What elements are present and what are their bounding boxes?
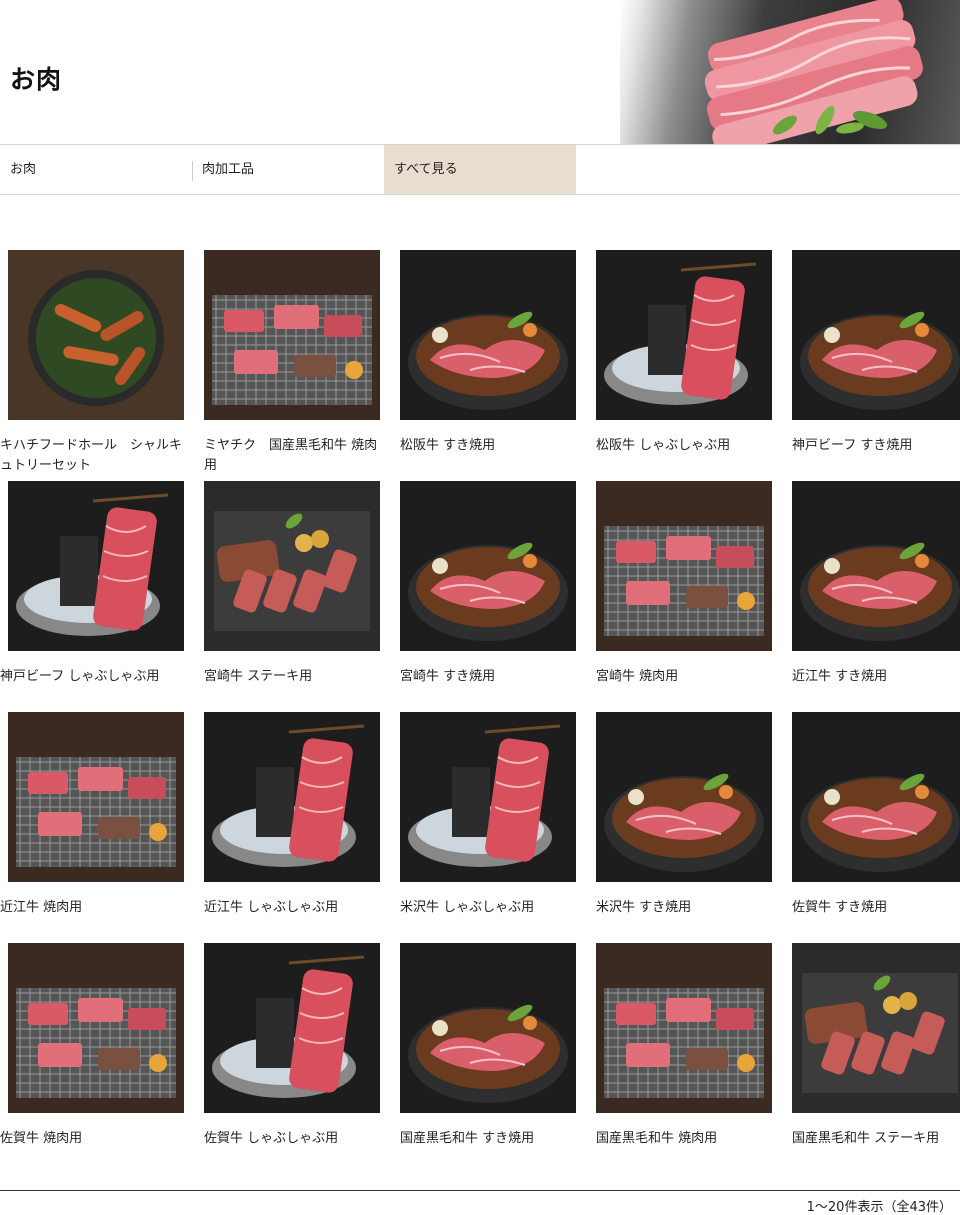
product-image[interactable]: [792, 250, 960, 420]
product-image[interactable]: [792, 481, 960, 651]
product-name[interactable]: 宮崎牛 すき焼用: [400, 667, 584, 687]
product-image[interactable]: [8, 943, 184, 1113]
product-image[interactable]: [400, 250, 576, 420]
product-name[interactable]: 佐賀牛 焼肉用: [0, 1129, 184, 1149]
page-header: お肉: [0, 0, 960, 144]
product-name[interactable]: 国産黒毛和牛 すき焼用: [400, 1129, 584, 1149]
product-name[interactable]: 近江牛 すき焼用: [792, 667, 960, 687]
product-image[interactable]: [596, 712, 772, 882]
product-image[interactable]: [792, 943, 960, 1113]
product-name[interactable]: 佐賀牛 しゃぶしゃぶ用: [204, 1129, 388, 1149]
product-image[interactable]: [204, 250, 380, 420]
product-image[interactable]: [400, 712, 576, 882]
result-count: 1～20件表示（全43件）: [806, 1200, 952, 1215]
product-image[interactable]: [400, 481, 576, 651]
tab-meat[interactable]: お肉: [0, 145, 192, 194]
product-name[interactable]: キハチフードホール シャルキュトリーセット: [0, 436, 184, 476]
product-image[interactable]: [792, 712, 960, 882]
product-name[interactable]: ミヤチク 国産黒毛和牛 焼肉用: [204, 436, 388, 476]
product-name[interactable]: 米沢牛 すき焼用: [596, 898, 780, 918]
product-image[interactable]: [8, 481, 184, 651]
product-name[interactable]: 松阪牛 しゃぶしゃぶ用: [596, 436, 780, 456]
product-image[interactable]: [596, 250, 772, 420]
product-name[interactable]: 松阪牛 すき焼用: [400, 436, 584, 456]
product-image[interactable]: [8, 250, 184, 420]
product-image[interactable]: [204, 481, 380, 651]
product-image[interactable]: [596, 943, 772, 1113]
product-image[interactable]: [204, 943, 380, 1113]
product-name[interactable]: 佐賀牛 すき焼用: [792, 898, 960, 918]
tab-label: お肉: [10, 162, 37, 177]
product-image[interactable]: [400, 943, 576, 1113]
product-name[interactable]: 米沢牛 しゃぶしゃぶ用: [400, 898, 584, 918]
tab-view-all[interactable]: すべて見る: [384, 145, 576, 194]
tab-label: すべて見る: [394, 162, 458, 177]
tab-label: 肉加工品: [202, 162, 255, 177]
product-name[interactable]: 神戸ビーフ すき焼用: [792, 436, 960, 456]
product-name[interactable]: 宮崎牛 ステーキ用: [204, 667, 388, 687]
product-name[interactable]: 神戸ビーフ しゃぶしゃぶ用: [0, 667, 184, 687]
product-name[interactable]: 国産黒毛和牛 焼肉用: [596, 1129, 780, 1149]
product-image[interactable]: [8, 712, 184, 882]
product-name[interactable]: 近江牛 しゃぶしゃぶ用: [204, 898, 388, 918]
hero-image: [620, 0, 960, 144]
tab-processed-meat[interactable]: 肉加工品: [192, 145, 384, 194]
product-name[interactable]: 近江牛 焼肉用: [0, 898, 184, 918]
product-image[interactable]: [204, 712, 380, 882]
category-tabs: お肉 肉加工品 すべて見る: [0, 144, 960, 195]
page-title: お肉: [10, 65, 63, 94]
product-name[interactable]: 宮崎牛 焼肉用: [596, 667, 780, 687]
divider: [0, 1190, 960, 1191]
product-image[interactable]: [596, 481, 772, 651]
product-name[interactable]: 国産黒毛和牛 ステーキ用: [792, 1129, 960, 1149]
